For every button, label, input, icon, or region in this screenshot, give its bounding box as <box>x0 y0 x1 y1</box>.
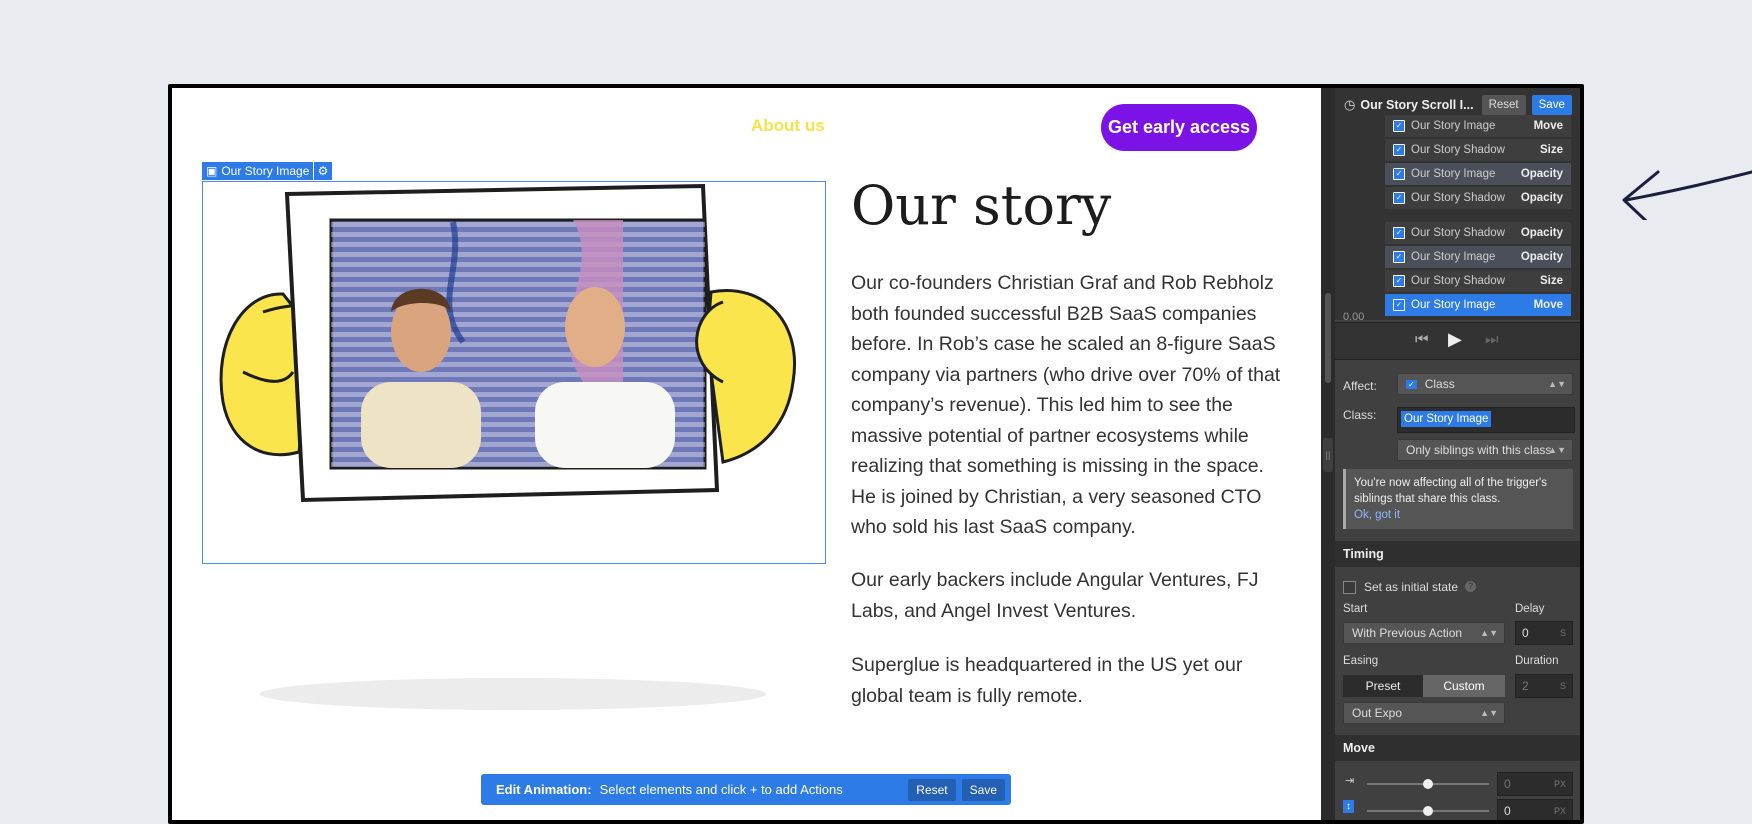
timeline-row[interactable]: ✓ Our Story Image Opacity <box>1385 246 1571 268</box>
skip-back-icon[interactable]: ⏮ <box>1415 331 1429 348</box>
selection-tag[interactable]: ▣ Our Story Image <box>202 162 314 180</box>
affect-select[interactable]: ✓ Class ▲▼ <box>1397 373 1573 395</box>
move-y-input[interactable]: 0 PX <box>1497 799 1573 820</box>
start-label: Start <box>1343 603 1368 615</box>
pointer-arrow-icon <box>1622 170 1752 220</box>
check-icon[interactable]: ✓ <box>1393 299 1405 311</box>
check-icon[interactable]: ✓ <box>1393 275 1405 287</box>
select-arrows-icon: ▲▼ <box>1480 708 1498 718</box>
select-arrows-icon: ▲▼ <box>1548 379 1566 389</box>
timeline-row[interactable]: ✓ Our Story Shadow Size <box>1385 139 1571 161</box>
play-icon[interactable]: ▶ <box>1448 329 1462 350</box>
panel-save-button[interactable]: Save <box>1531 95 1572 115</box>
timeline-row[interactable]: ✓ Our Story Shadow Size <box>1385 270 1571 292</box>
panel-reset-button[interactable]: Reset <box>1481 95 1526 115</box>
move-x-knob[interactable] <box>1423 779 1433 789</box>
our-story-image[interactable] <box>203 182 825 563</box>
gear-icon[interactable]: ⚙ <box>314 162 332 180</box>
check-icon[interactable]: ✓ <box>1393 168 1405 180</box>
ok-got-it-link[interactable]: Ok, got it <box>1354 509 1400 521</box>
timeline-row[interactable]: ✓ Our Story Shadow Opacity <box>1385 222 1571 244</box>
timeline-row-selected[interactable]: ✓ Our Story Image Move <box>1385 294 1571 316</box>
start-select[interactable]: With Previous Action ▲▼ <box>1343 622 1505 644</box>
delay-label: Delay <box>1515 603 1545 615</box>
timeline-row[interactable]: ✓ Our Story Image Move <box>1385 115 1571 137</box>
check-icon[interactable]: ✓ <box>1393 120 1405 132</box>
easing-label: Easing <box>1343 655 1379 667</box>
interactions-panel: ◷ Our Story Scroll I... Reset Save ✓ Our… <box>1335 88 1580 820</box>
move-x-input[interactable]: 0 PX <box>1497 772 1573 796</box>
page-title: Our story <box>851 174 1112 237</box>
affect-note: You're now affecting all of the trigger'… <box>1343 469 1573 529</box>
skip-forward-icon[interactable]: ⏭ <box>1485 331 1499 348</box>
easing-select[interactable]: Out Expo ▲▼ <box>1343 702 1505 724</box>
move-heading: Move <box>1335 735 1580 761</box>
our-story-shadow[interactable] <box>260 678 766 710</box>
check-icon[interactable]: ✓ <box>1393 227 1405 239</box>
panel-resize-handle[interactable]: || <box>1323 438 1333 472</box>
timeline-row[interactable]: ✓ Our Story Image Opacity <box>1385 163 1571 185</box>
timing-heading: Timing <box>1335 541 1580 567</box>
preset-tab[interactable]: Preset <box>1343 675 1423 697</box>
custom-tab[interactable]: Custom <box>1423 675 1505 697</box>
selection-label: Our Story Image <box>221 164 310 178</box>
check-icon[interactable]: ✓ <box>1393 144 1405 156</box>
timeline: ✓ Our Story Image Move ✓ Our Story Shado… <box>1335 115 1580 323</box>
edit-animation-label: Edit Animation: <box>496 782 592 797</box>
image-icon: ▣ <box>206 164 218 178</box>
duration-label: Duration <box>1515 655 1559 667</box>
paragraph-backers: Our early backers include Angular Ventur… <box>851 569 1259 622</box>
canvas-scrollbar[interactable]: || <box>1321 88 1335 820</box>
class-field[interactable]: Our Story Image <box>1397 407 1575 433</box>
class-label: Class: <box>1343 408 1377 422</box>
move-y-knob[interactable] <box>1423 806 1433 816</box>
nav-about-link[interactable]: About us <box>751 116 825 136</box>
get-early-access-button[interactable]: Get early access <box>1101 104 1257 151</box>
select-arrows-icon: ▲▼ <box>1480 628 1498 638</box>
delay-input[interactable]: 0 S <box>1515 621 1573 645</box>
animation-title: Our Story Scroll I... <box>1360 98 1474 112</box>
initial-state-label: Set as initial state <box>1364 580 1459 594</box>
siblings-select[interactable]: Only siblings with this class ▲▼ <box>1397 439 1573 461</box>
paragraph-founders: Our co-founders Christian Graf and Rob R… <box>851 272 1281 538</box>
move-x-icon: ⇥ <box>1345 775 1355 787</box>
playback-controls: ⏮ ▶ ⏭ <box>1335 322 1580 360</box>
check-icon: ✓ <box>1406 379 1417 389</box>
clock-icon: ◷ <box>1344 97 1356 112</box>
edit-animation-message: Select elements and click + to add Actio… <box>599 782 843 797</box>
timeline-row[interactable]: ✓ Our Story Shadow Opacity <box>1385 187 1571 209</box>
initial-state-checkbox[interactable] <box>1343 581 1356 594</box>
select-arrows-icon: ▲▼ <box>1548 445 1566 455</box>
check-icon[interactable]: ✓ <box>1393 192 1405 204</box>
edit-reset-button[interactable]: Reset <box>908 778 956 801</box>
page-canvas: About us Get early access ▣ Our Story Im… <box>172 88 1321 820</box>
paragraph-location: Superglue is headquartered in the US yet… <box>851 654 1243 707</box>
edit-animation-bar: Edit Animation: Select elements and clic… <box>481 774 1011 805</box>
affect-label: Affect: <box>1343 379 1377 393</box>
class-chip[interactable]: Our Story Image <box>1401 411 1492 427</box>
check-icon[interactable]: ✓ <box>1393 251 1405 263</box>
duration-input[interactable]: 2 S <box>1515 674 1573 698</box>
edit-save-button[interactable]: Save <box>961 778 1005 801</box>
scroll-thumb[interactable] <box>1325 293 1331 383</box>
help-icon[interactable]: ? <box>1465 581 1476 592</box>
move-y-icon: ↕ <box>1343 800 1354 813</box>
